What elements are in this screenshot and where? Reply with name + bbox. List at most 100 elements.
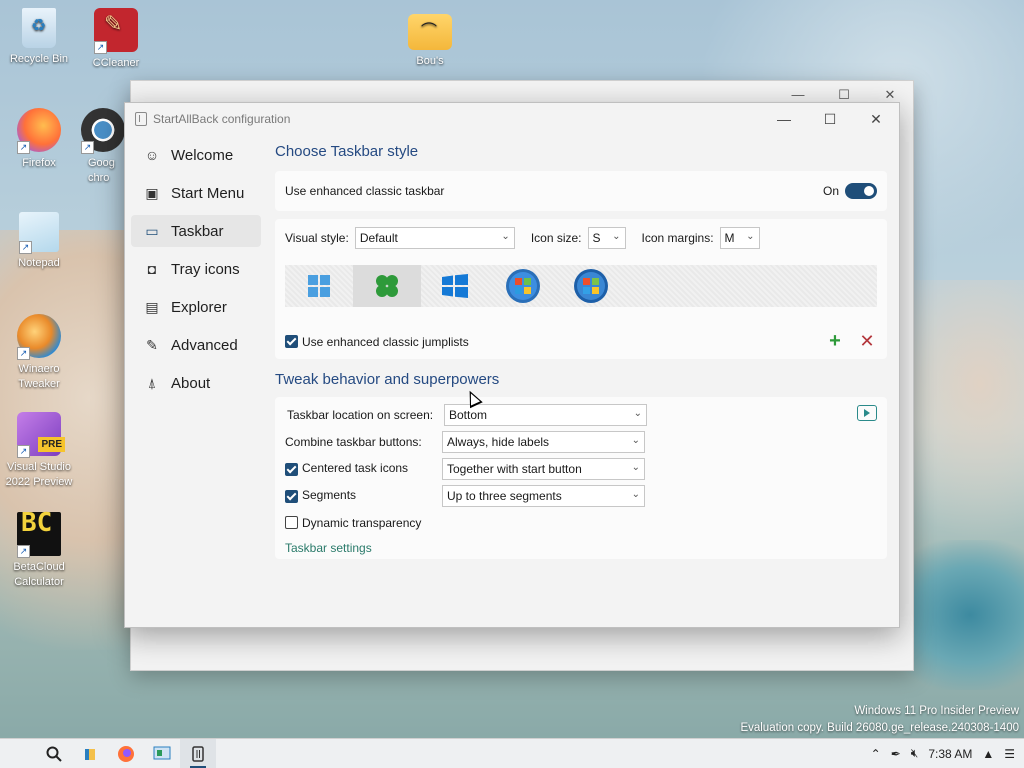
windows11-logo-icon <box>308 275 330 297</box>
title-bar[interactable]: StartAllBack configuration — ☐ ✕ <box>125 103 899 135</box>
dynamic-transparency-row: Dynamic transparency <box>285 509 877 536</box>
startallback-window: StartAllBack configuration — ☐ ✕ ☺ Welco… <box>124 102 900 628</box>
start-menu-icon: ▣ <box>145 184 159 201</box>
centered-icons-option: Centered task icons <box>285 461 442 476</box>
segments-option: Segments <box>285 488 442 503</box>
play-video-icon[interactable] <box>857 405 877 421</box>
shortcut-arrow-icon: ↗ <box>17 141 30 154</box>
taskbar-firefox[interactable] <box>108 739 144 768</box>
combine-buttons-dropdown[interactable]: Always, hide labels ⌄ <box>442 430 645 453</box>
jumplists-checkbox[interactable] <box>285 335 298 348</box>
style-option-windows7[interactable] <box>489 265 557 307</box>
volume-muted-icon[interactable]: 🔇︎ <box>906 746 924 761</box>
desktop-icon-notepad[interactable]: ↗ Notepad <box>1 212 77 271</box>
tweak-card: Taskbar location on screen: Bottom ⌄ Com… <box>275 397 887 559</box>
enhanced-taskbar-row: Use enhanced classic taskbar On <box>275 171 887 211</box>
folder-icon: ▤ <box>145 298 159 315</box>
dynamic-transparency-label: Dynamic transparency <box>302 515 422 530</box>
sidebar-item-explorer[interactable]: ▤ Explorer <box>131 291 261 323</box>
visual-style-card: Visual style: Default ⌄ Icon size: S ⌄ I… <box>275 219 887 359</box>
centered-icons-dropdown[interactable]: Together with start button ⌄ <box>442 457 645 480</box>
window-title: StartAllBack configuration <box>153 112 291 126</box>
segments-row: Segments Up to three segments ⌄ <box>285 482 877 509</box>
chevron-down-icon: ⌄ <box>633 407 642 419</box>
close-button[interactable]: ✕ <box>853 103 899 135</box>
sidebar-item-start-menu[interactable]: ▣ Start Menu <box>131 177 261 209</box>
desktop-icon-recycle-bin[interactable]: ♻ Recycle Bin <box>1 8 77 67</box>
style-option-windows10[interactable] <box>421 265 489 307</box>
sidebar-item-welcome[interactable]: ☺ Welcome <box>131 139 261 171</box>
main-content: Choose Taskbar style Use enhanced classi… <box>275 139 887 559</box>
startallback-app-icon <box>135 112 147 126</box>
sidebar-item-tray-icons[interactable]: ◘ Tray icons <box>131 253 261 285</box>
style-option-vista[interactable] <box>557 265 625 307</box>
minimize-button[interactable]: — <box>761 103 807 135</box>
chevron-down-icon: ⌄ <box>746 231 755 242</box>
chevron-down-icon: ⌄ <box>631 434 640 446</box>
visual-studio-icon: PRE ↗ <box>17 412 65 458</box>
betacloud-calculator-icon: BC ↗ <box>17 508 61 558</box>
taskbar-location-label: Taskbar location on screen: <box>287 407 434 422</box>
enhanced-taskbar-toggle[interactable] <box>845 183 877 199</box>
maximize-button[interactable]: ☐ <box>807 103 853 135</box>
remove-icon[interactable]: ✕ <box>857 331 877 352</box>
dynamic-transparency-checkbox[interactable] <box>285 516 298 529</box>
centered-icons-row: Centered task icons Together with start … <box>285 455 877 482</box>
desktop-icon-folder[interactable]: ⌒ Bou's <box>392 8 468 69</box>
taskbar-icon: ▭ <box>145 222 159 239</box>
centered-icons-checkbox[interactable] <box>285 462 298 476</box>
chevron-up-icon[interactable]: ⌃ <box>866 747 886 761</box>
betacloud-glyph: BC <box>21 508 53 538</box>
search-icon <box>46 746 62 762</box>
taskbar-style-picker <box>285 265 877 307</box>
desktop-icon-betacloud[interactable]: BC ↗ BetaCloud Calculator <box>1 508 77 590</box>
windows-vista-orb-icon <box>574 269 608 303</box>
smile-icon: ☺ <box>144 147 160 163</box>
winaero-tweaker-icon: ↗ <box>17 314 61 360</box>
taskbar-file-explorer[interactable] <box>72 739 108 768</box>
icon-size-dropdown[interactable]: S ⌄ <box>587 227 626 249</box>
visual-style-dropdown[interactable]: Default ⌄ <box>354 227 515 249</box>
chevron-down-icon: ⌄ <box>501 231 510 242</box>
desktop-icon-firefox[interactable]: ↗ Firefox <box>1 108 77 171</box>
taskbar-startallback[interactable] <box>180 738 216 768</box>
shortcut-arrow-icon: ↗ <box>94 41 107 54</box>
add-icon[interactable]: + <box>823 330 847 353</box>
segments-dropdown[interactable]: Up to three segments ⌄ <box>442 484 645 507</box>
file-explorer-icon <box>85 748 95 760</box>
preview-badge: PRE <box>38 437 65 452</box>
pen-icon[interactable]: ✒ <box>886 747 906 761</box>
sidebar-item-advanced[interactable]: ✎ Advanced <box>131 329 261 361</box>
tray-icon: ◘ <box>147 261 157 277</box>
taskbar-location-dropdown[interactable]: Bottom ⌄ <box>444 403 647 426</box>
chevron-down-icon: ⌄ <box>612 231 621 242</box>
taskbar-search-button[interactable] <box>36 739 72 768</box>
enhanced-taskbar-label: Use enhanced classic taskbar <box>285 184 445 198</box>
notification-icon[interactable]: ☰ <box>999 747 1020 761</box>
combine-buttons-label: Combine taskbar buttons: <box>285 434 422 449</box>
taskbar-control-panel[interactable] <box>144 739 180 768</box>
firefox-icon <box>118 745 134 762</box>
style-option-clover[interactable] <box>353 265 421 307</box>
desktop-icon-ccleaner[interactable]: ✎ ↗ CCleaner <box>78 8 154 71</box>
notepad-icon: ↗ <box>19 212 59 254</box>
segments-checkbox[interactable] <box>285 489 298 503</box>
style-option-windows11[interactable] <box>285 265 353 307</box>
windows10-logo-icon <box>442 274 468 298</box>
sidebar-item-about[interactable]: ⍋ About <box>131 367 261 399</box>
wrench-icon: ✎ <box>146 336 158 353</box>
clock[interactable]: 7:38 AM <box>923 747 977 761</box>
shortcut-arrow-icon: ↗ <box>17 545 30 558</box>
windows7-orb-icon <box>506 269 540 303</box>
desktop-icon-winaero-tweaker[interactable]: ↗ Winaero Tweaker <box>1 314 77 392</box>
sidebar-item-taskbar[interactable]: ▭ Taskbar <box>131 215 261 247</box>
desktop-icon-visual-studio[interactable]: PRE ↗ Visual Studio 2022 Preview <box>1 412 77 490</box>
chevron-down-icon: ⌄ <box>631 461 640 473</box>
startallback-icon <box>192 745 204 762</box>
firefox-icon: ↗ <box>17 108 61 154</box>
taskbar: ⌃ ✒ 🔇︎ 7:38 AM ▲ ☰ <box>0 738 1024 768</box>
icon-margins-dropdown[interactable]: M ⌄ <box>719 227 760 249</box>
desktop-icon-chrome[interactable]: ↗ Goog chro <box>78 108 128 186</box>
bell-icon[interactable]: ▲ <box>977 747 999 761</box>
taskbar-settings-link[interactable]: Taskbar settings <box>285 541 372 555</box>
